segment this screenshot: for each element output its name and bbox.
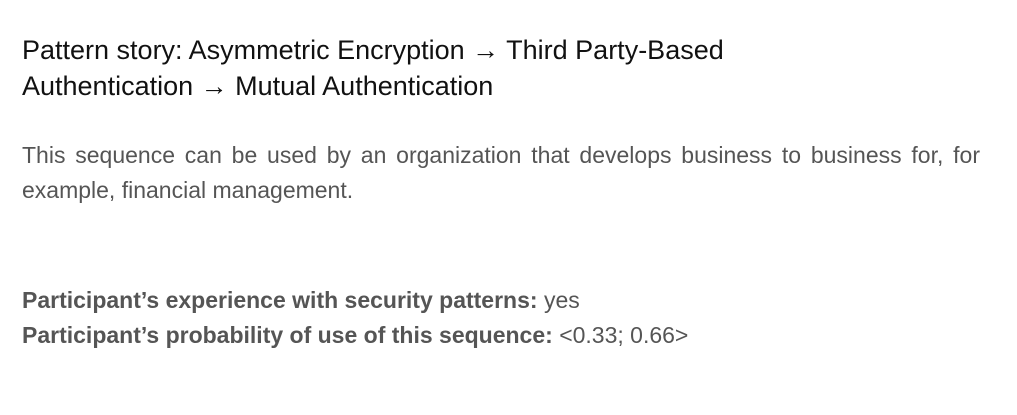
- participant-probability-value: <0.33; 0.66>: [559, 322, 689, 348]
- participant-probability-line: Participant’s probability of use of this…: [22, 318, 688, 353]
- participant-experience-line: Participant’s experience with security p…: [22, 283, 580, 318]
- pattern-story-description: This sequence can be used by an organiza…: [22, 142, 980, 203]
- participant-probability-label: Participant’s probability of use of this…: [22, 322, 553, 348]
- participant-experience-label: Participant’s experience with security p…: [22, 287, 538, 313]
- pattern-story-title: Pattern story: Asymmetric Encryption → T…: [22, 35, 724, 101]
- participant-experience-value: yes: [543, 287, 580, 313]
